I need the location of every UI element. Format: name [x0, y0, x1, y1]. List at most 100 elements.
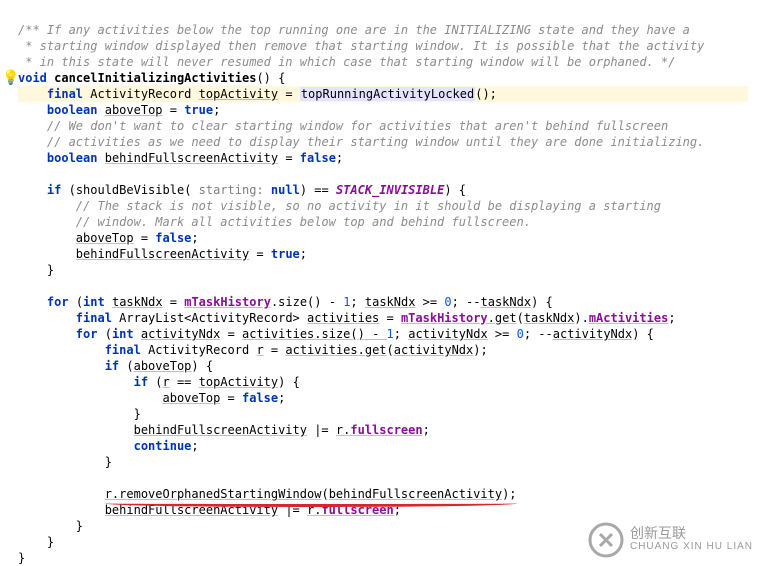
text: >=: [488, 327, 517, 341]
text: =: [134, 231, 156, 245]
text: ==: [170, 375, 199, 389]
text: (: [387, 343, 394, 357]
logo-icon: [588, 522, 624, 558]
text: activities.size() -: [242, 327, 387, 341]
keyword-int: int: [83, 295, 105, 309]
number: 0: [444, 295, 451, 309]
brace: }: [18, 551, 25, 565]
var: behindFullscreenActivity: [105, 151, 278, 165]
text: ) {: [531, 295, 553, 309]
text: ;: [394, 327, 408, 341]
text: );: [502, 487, 516, 501]
text: ;: [278, 391, 285, 405]
brace: }: [47, 263, 54, 277]
keyword-null: null: [271, 183, 300, 197]
var: activityNdx: [408, 327, 487, 341]
number: 0: [517, 327, 524, 341]
var: aboveTop: [134, 359, 192, 373]
comment-line: /** If any activities below the top runn…: [18, 23, 690, 37]
text: (: [69, 295, 83, 309]
text: ) {: [632, 327, 654, 341]
keyword-int: int: [112, 327, 134, 341]
var: activityNdx: [394, 343, 473, 357]
comment-line: * in this state will never resumed in wh…: [18, 55, 675, 69]
logo-text-top: 创新互联: [630, 525, 686, 541]
var: activityNdx: [141, 327, 220, 341]
text: =: [379, 311, 401, 325]
type: ActivityRecord: [148, 343, 249, 357]
keyword-if: if: [47, 183, 61, 197]
var: topActivity: [199, 87, 278, 101]
keyword-boolean: boolean: [47, 103, 98, 117]
var: taskNdx: [524, 311, 575, 325]
keyword-true: true: [271, 247, 300, 261]
comment-line: // window. Mark all activities below top…: [76, 215, 531, 229]
text: ).: [574, 311, 588, 325]
text: ;: [336, 151, 343, 165]
text: () {: [256, 71, 285, 85]
var: topActivity: [199, 375, 278, 389]
intention-bulb-icon[interactable]: 💡: [2, 70, 19, 86]
var: r: [163, 375, 170, 389]
number: 1: [387, 327, 394, 341]
keyword-final: final: [47, 87, 83, 101]
param-hint: starting:: [199, 183, 264, 197]
comment-line: // The stack is not visible, so no activ…: [76, 199, 661, 213]
text: (: [97, 327, 111, 341]
field: mActivities: [589, 311, 668, 325]
brace: }: [76, 519, 83, 533]
text: ;: [350, 295, 364, 309]
text: (: [119, 359, 133, 373]
text: =: [220, 327, 242, 341]
text: =: [163, 103, 185, 117]
var: r.: [336, 423, 350, 437]
text: (: [321, 487, 328, 501]
field: mTaskHistory: [401, 311, 488, 325]
text: >=: [415, 295, 444, 309]
text: ();: [475, 87, 497, 101]
method-call: shouldBeVisible: [76, 183, 184, 197]
keyword-final: final: [76, 311, 112, 325]
text: (: [517, 311, 524, 325]
keyword-true: true: [184, 103, 213, 117]
text: ;: [191, 439, 198, 453]
var: behindFullscreenActivity: [134, 423, 307, 437]
text: (: [61, 183, 75, 197]
var: taskNdx: [112, 295, 163, 309]
var: activities: [307, 311, 379, 325]
var: taskNdx: [481, 295, 532, 309]
text: ;: [423, 423, 430, 437]
keyword-if: if: [134, 375, 148, 389]
var: aboveTop: [105, 103, 163, 117]
field: mTaskHistory: [184, 295, 271, 309]
text: (: [184, 183, 198, 197]
text: =: [249, 247, 271, 261]
keyword-false: false: [300, 151, 336, 165]
keyword-false: false: [242, 391, 278, 405]
logo-text-bottom: CHUANG XIN HU LIAN: [630, 540, 753, 554]
keyword-for: for: [76, 327, 98, 341]
type: ActivityRecord: [90, 87, 191, 101]
text: ) {: [191, 359, 213, 373]
var: r: [256, 343, 263, 357]
text: ) {: [444, 183, 466, 197]
keyword-final: final: [105, 343, 141, 357]
var: behindFullscreenActivity: [329, 487, 502, 501]
keyword-void: void: [18, 71, 47, 85]
var: aboveTop: [76, 231, 134, 245]
text: |=: [307, 423, 336, 437]
text: =: [278, 87, 300, 101]
var: aboveTop: [163, 391, 221, 405]
keyword-for: for: [47, 295, 69, 309]
text: ;: [191, 231, 198, 245]
text: (: [148, 375, 162, 389]
text: =: [264, 343, 286, 357]
text: =: [220, 391, 242, 405]
method-name: cancelInitializingActivities: [54, 71, 256, 85]
text: ;: [213, 103, 220, 117]
code-editor[interactable]: /** If any activities below the top runn…: [0, 0, 761, 566]
brace: }: [105, 455, 112, 469]
brace: }: [47, 535, 54, 549]
text: ;: [668, 311, 675, 325]
comment-line: // We don't want to clear starting windo…: [47, 119, 668, 133]
